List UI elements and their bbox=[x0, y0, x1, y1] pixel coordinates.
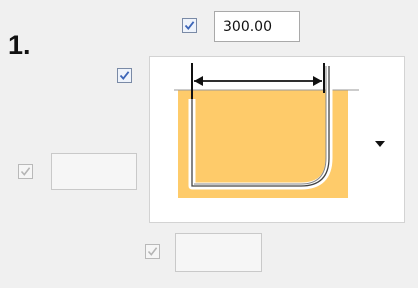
dropdown-arrow-icon[interactable] bbox=[375, 141, 385, 147]
left-value-checkbox bbox=[18, 164, 33, 179]
top-value-input[interactable]: 300.00 bbox=[214, 11, 300, 42]
shape-checkbox[interactable] bbox=[117, 68, 132, 83]
left-value-input bbox=[51, 153, 137, 190]
shape-selector[interactable] bbox=[149, 56, 405, 223]
checkmark-icon bbox=[20, 167, 31, 176]
bottom-value-checkbox bbox=[145, 244, 160, 259]
top-value-checkbox[interactable] bbox=[182, 18, 197, 33]
checkmark-icon bbox=[184, 21, 195, 30]
step-number: 1. bbox=[8, 30, 31, 60]
checkmark-icon bbox=[147, 247, 158, 256]
bend-profile-icon bbox=[174, 63, 359, 198]
checkmark-icon bbox=[119, 71, 130, 80]
bottom-value-input bbox=[175, 233, 262, 272]
